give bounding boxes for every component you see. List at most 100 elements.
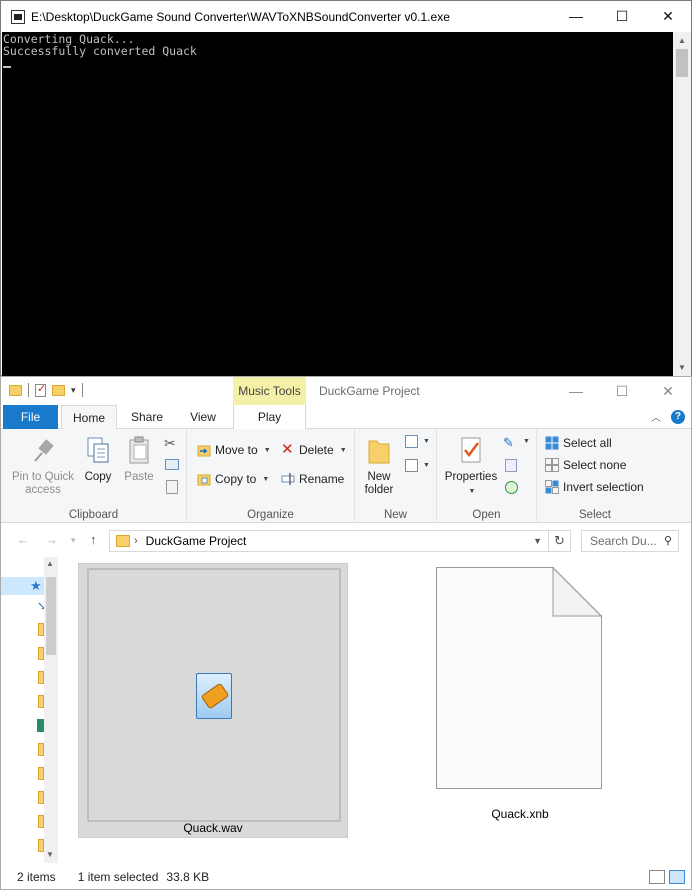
nav-item-quick-access[interactable]: ★: [1, 577, 44, 595]
scroll-up-icon[interactable]: ▲: [673, 32, 691, 49]
console-close-button[interactable]: ✕: [645, 1, 691, 31]
file-item-quack-xnb[interactable]: Quack.xnb: [387, 563, 653, 838]
new-folder-icon[interactable]: [52, 384, 65, 396]
help-icon[interactable]: ?: [671, 409, 685, 424]
new-item-icon[interactable]: [405, 435, 418, 448]
select-none-button[interactable]: Select none: [545, 458, 626, 472]
explorer-maximize-button[interactable]: ☐: [599, 377, 645, 405]
folder-icon: [9, 384, 22, 396]
rename-label: Rename: [299, 472, 345, 486]
select-all-label: Select all: [563, 436, 612, 450]
maximize-icon: ☐: [615, 382, 629, 399]
tab-home[interactable]: Home: [61, 405, 117, 430]
copy-to-button[interactable]: Copy to ▼: [197, 472, 269, 486]
search-input[interactable]: Search Du... ⚲: [581, 530, 679, 552]
new-group-label: New: [383, 509, 407, 521]
address-dropdown-icon[interactable]: ▼: [533, 536, 542, 546]
recent-locations-icon[interactable]: ▾: [71, 535, 76, 546]
select-none-icon: [545, 458, 559, 472]
copy-label: Copy: [84, 471, 112, 483]
large-icons-view-icon[interactable]: [669, 870, 685, 884]
console-maximize-button[interactable]: ☐: [599, 1, 645, 31]
address-bar[interactable]: › DuckGame Project ▼: [109, 530, 549, 552]
scroll-up-icon[interactable]: ▲: [46, 559, 54, 568]
delete-icon: ✕: [281, 441, 294, 458]
tab-file[interactable]: File: [3, 405, 58, 429]
tab-play[interactable]: Play: [233, 405, 306, 429]
cut-icon[interactable]: ✂: [164, 435, 176, 452]
minimize-icon: —: [569, 383, 583, 399]
pin-icon: [29, 435, 57, 467]
delete-label: Delete: [299, 443, 334, 457]
history-icon[interactable]: [505, 481, 518, 494]
console-minimize-button[interactable]: —: [553, 1, 599, 31]
easy-access-icon[interactable]: [405, 459, 418, 472]
maximize-icon: ☐: [615, 7, 629, 24]
explorer-title: DuckGame Project: [319, 384, 420, 398]
copy-path-icon[interactable]: [165, 459, 179, 470]
back-icon[interactable]: ←: [17, 532, 30, 547]
breadcrumb-chevron-icon[interactable]: ›: [134, 535, 138, 547]
collapse-ribbon-icon[interactable]: ︿: [651, 409, 661, 424]
paste-button[interactable]: Paste: [121, 435, 157, 484]
delete-button[interactable]: ✕ Delete ▼: [281, 441, 347, 458]
blank-document-icon: [436, 567, 602, 789]
selection-size: 33.8 KB: [166, 870, 210, 884]
console-window: E:\Desktop\DuckGame Sound Converter\WAVT…: [0, 0, 692, 376]
breadcrumb[interactable]: DuckGame Project: [146, 534, 247, 548]
rename-icon: [281, 472, 295, 486]
organize-group-label: Organize: [247, 509, 294, 521]
status-bar: 2 items 1 item selected 33.8 KB: [1, 865, 691, 889]
navigation-pane: ★ ➘ ▲ ▼: [1, 557, 59, 863]
scroll-down-icon[interactable]: ▼: [673, 359, 691, 376]
file-item-quack-wav[interactable]: Quack.wav: [78, 563, 348, 838]
details-view-icon[interactable]: [649, 870, 665, 884]
customize-toolbar-icon[interactable]: ▾: [71, 385, 76, 396]
scroll-thumb[interactable]: [46, 577, 56, 655]
copy-icon: [84, 435, 112, 467]
rename-button[interactable]: Rename: [281, 472, 344, 486]
organize-group: Move to ▼ Copy to ▼ ✕ Delete ▼ Rename Organ…: [187, 429, 355, 523]
new-folder-label: New folder: [364, 471, 394, 496]
tab-view[interactable]: View: [177, 405, 229, 429]
pin-to-quick-access-button[interactable]: Pin to Quick access: [7, 435, 79, 497]
new-folder-button[interactable]: New folder: [361, 435, 397, 497]
console-output[interactable]: Converting Quack... Successfully convert…: [2, 32, 674, 376]
forward-icon[interactable]: →: [45, 532, 58, 547]
properties-label: Properties: [444, 471, 498, 483]
nav-game-icon[interactable]: [37, 719, 44, 732]
edit-icon[interactable]: [505, 459, 517, 472]
console-line: Successfully converted Quack: [3, 44, 197, 58]
properties-button[interactable]: Properties ▼: [443, 435, 499, 498]
select-all-button[interactable]: Select all: [545, 436, 612, 450]
copy-button[interactable]: Copy: [81, 435, 115, 484]
scroll-thumb[interactable]: [676, 49, 688, 77]
console-scrollbar[interactable]: ▲ ▼: [673, 32, 691, 376]
paste-shortcut-icon[interactable]: [166, 480, 178, 494]
refresh-icon: ↻: [554, 533, 565, 548]
open-icon[interactable]: ✎: [503, 435, 514, 451]
new-folder-icon: [365, 435, 393, 467]
tab-share[interactable]: Share: [121, 405, 173, 429]
select-none-label: Select none: [563, 458, 627, 472]
explorer-titlebar[interactable]: ▾ Music Tools DuckGame Project — ☐ ✕: [1, 377, 691, 405]
move-to-label: Move to: [215, 443, 258, 457]
quick-access-star-icon: ★: [30, 578, 42, 593]
folder-icon: [116, 535, 130, 547]
close-icon: ✕: [662, 7, 674, 24]
move-to-button[interactable]: Move to ▼: [197, 443, 271, 457]
scroll-down-icon[interactable]: ▼: [46, 850, 54, 859]
select-all-icon: [545, 436, 559, 450]
explorer-minimize-button[interactable]: —: [553, 377, 599, 405]
nav-scrollbar[interactable]: ▲ ▼: [44, 557, 58, 863]
quick-access-toolbar: ▾: [9, 382, 83, 397]
console-cursor: [3, 66, 11, 68]
paste-label: Paste: [124, 471, 154, 483]
refresh-button[interactable]: ↻: [549, 530, 571, 552]
properties-icon[interactable]: [35, 382, 46, 397]
open-group-label: Open: [472, 509, 501, 521]
clipboard-group: Pin to Quick access Copy Paste ✂ Clipboa…: [1, 429, 187, 523]
invert-selection-button[interactable]: Invert selection: [545, 480, 644, 494]
up-icon[interactable]: ↑: [90, 532, 97, 547]
explorer-close-button[interactable]: ✕: [645, 377, 691, 405]
